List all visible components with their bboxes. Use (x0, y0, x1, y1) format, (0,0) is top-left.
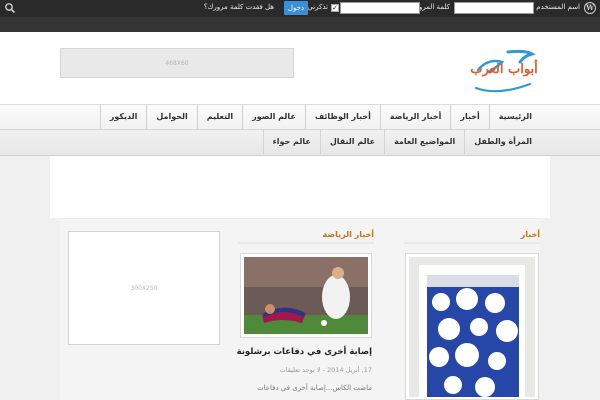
nav-item-decor[interactable]: الديكور (99, 104, 147, 129)
lost-password-link[interactable]: هل فقدت كلمة مرورك؟ (204, 3, 274, 11)
post-excerpt: ماضت الكاس...إصابة أخرى في دفاعات (257, 384, 372, 392)
football-photo-icon (244, 257, 368, 334)
password-input[interactable] (340, 2, 420, 14)
nav-item-eve-world[interactable]: عالم حواء (262, 129, 320, 154)
post-meta: 17, أبريل 2014 - لا يوجد تعليقات (279, 366, 372, 374)
nav-item-photos[interactable]: عالم الصور (242, 104, 305, 129)
login-button[interactable]: دخول (284, 1, 308, 15)
header-ad-banner[interactable]: 468X60 (60, 48, 294, 78)
sports-column-header: أخبار الرياضة (238, 226, 374, 244)
nav-item-education[interactable]: التعليم (196, 104, 242, 129)
nav-item-news[interactable]: أخبار (450, 104, 488, 129)
furniture-photo-icon (409, 257, 535, 397)
remember-checkbox[interactable]: ✓ (331, 4, 339, 12)
nav-item-women-children[interactable]: المرأة والطفل (464, 129, 541, 154)
username-label: اسم المستخدم (536, 3, 580, 11)
username-input[interactable] (454, 2, 534, 14)
top-band (0, 17, 600, 32)
remember-label: تذكرني (307, 3, 328, 11)
content-top-area (50, 156, 550, 218)
admin-bar: W اسم المستخدم كلمة المرور ✓ تذكرني دخول… (0, 0, 600, 17)
nav-item-mobile[interactable]: عالم النقال (319, 129, 384, 154)
sports-post-thumbnail[interactable] (240, 253, 372, 338)
sports-column-title[interactable]: أخبار الرياضة (323, 230, 374, 239)
search-icon[interactable] (4, 2, 16, 14)
nav-item-general-topics[interactable]: المواضيع العامة (384, 129, 464, 154)
news-post-thumbnail[interactable] (405, 253, 539, 400)
nav-item-jobs-news[interactable]: أخبار الوظائف (304, 104, 380, 129)
site-logo-text: أبواب العرب (470, 62, 538, 77)
news-column-title[interactable]: أخبار (521, 230, 540, 239)
nav-item-pregnancy[interactable]: الحوامل (146, 104, 196, 129)
nav-item-sports-news[interactable]: أخبار الرياضة (379, 104, 450, 129)
post-title-link[interactable]: إصابة أخرى في دفاعات برشلونة (237, 347, 372, 357)
nav-item-home[interactable]: الرئيسية (488, 104, 541, 129)
password-label: كلمة المرور (415, 3, 450, 11)
news-column-header: أخبار (404, 226, 540, 244)
nav-row-primary: الرئيسية أخبار أخبار الرياضة أخبار الوظا… (99, 104, 541, 129)
sidebar-ad-box[interactable]: 300X250 (68, 231, 220, 345)
wordpress-icon[interactable]: W (584, 2, 596, 14)
nav-row-secondary: المرأة والطفل المواضيع العامة عالم النقا… (262, 129, 541, 154)
